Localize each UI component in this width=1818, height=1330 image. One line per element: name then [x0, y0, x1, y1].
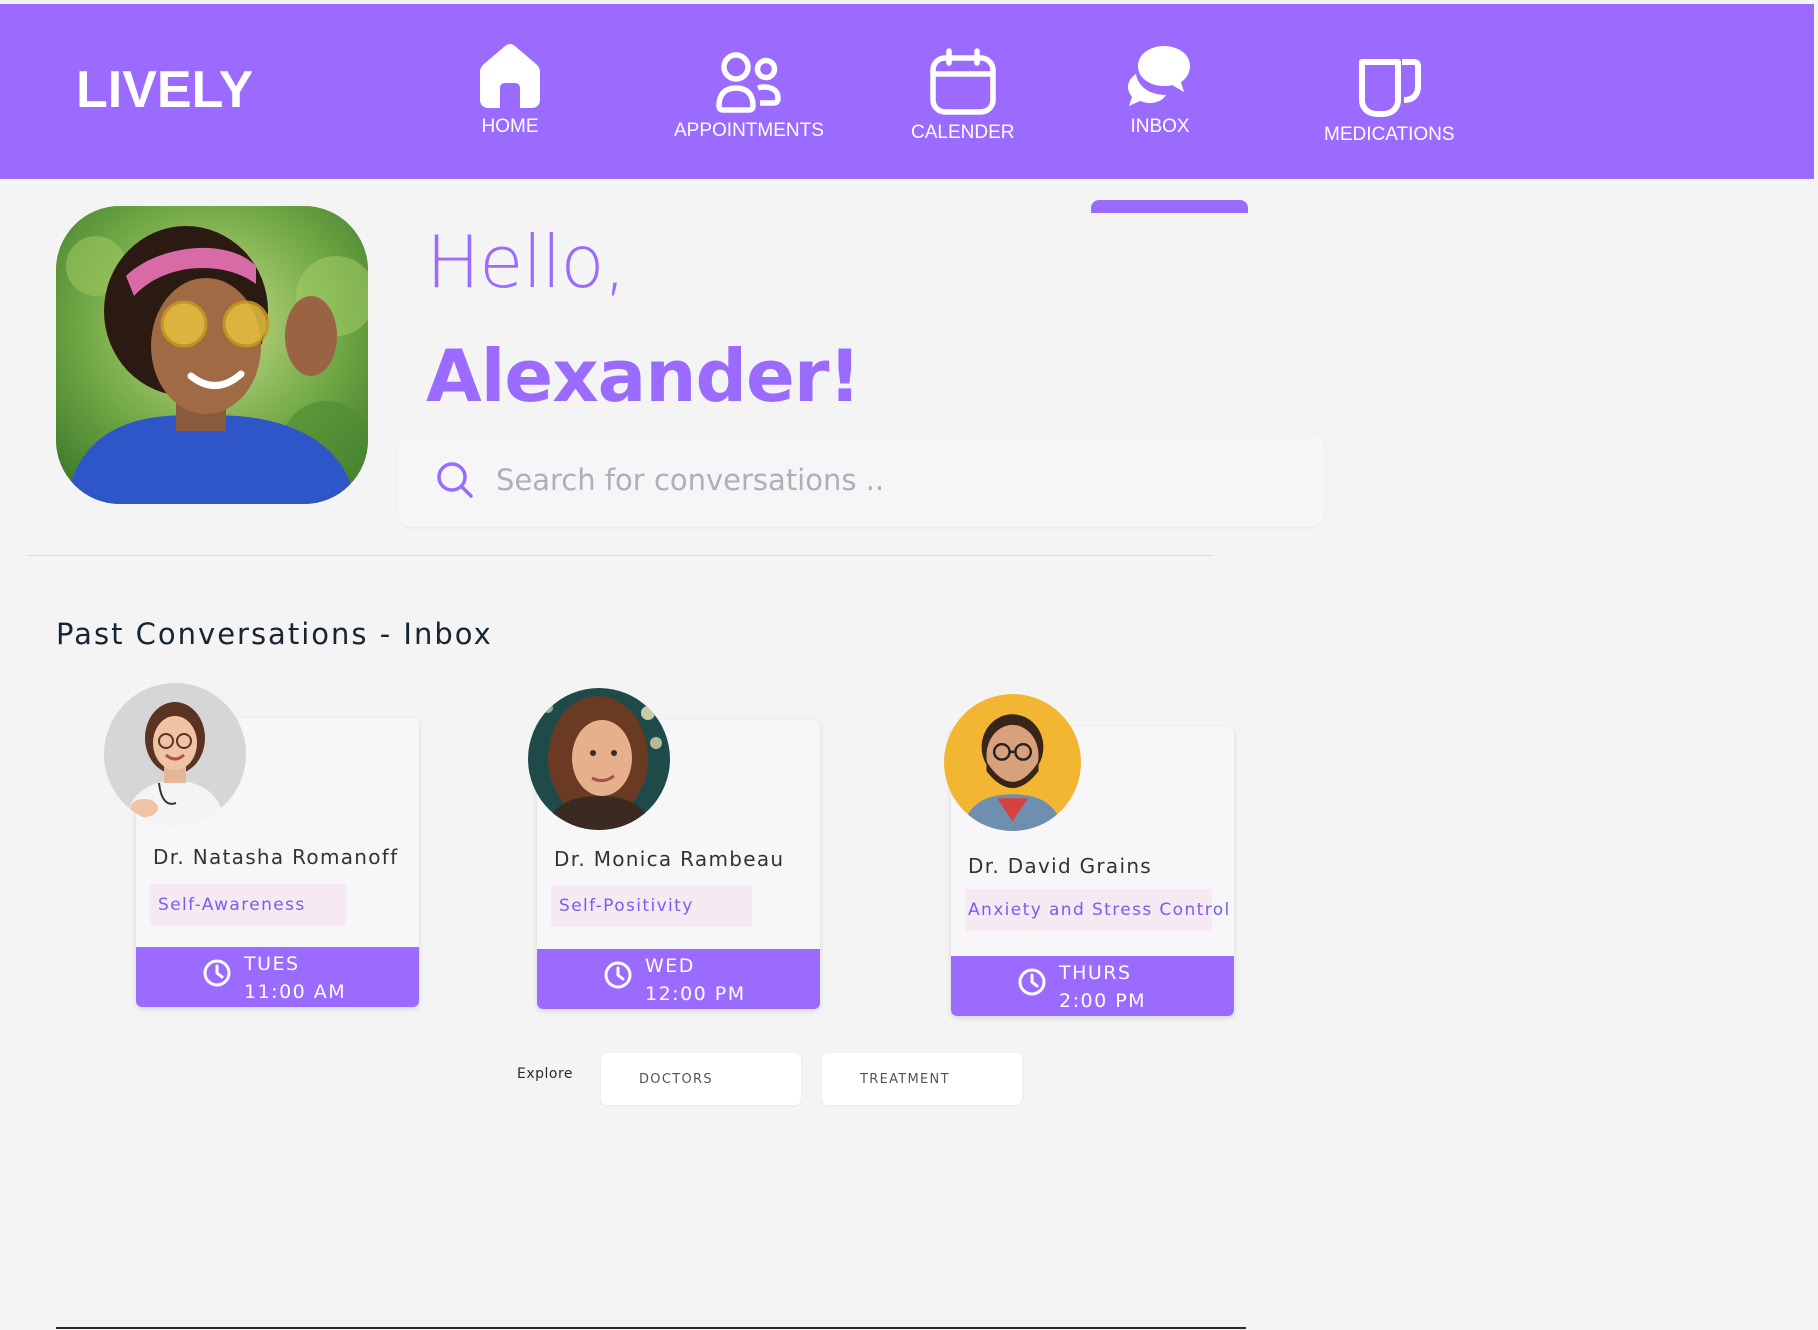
calendar-icon — [929, 48, 996, 115]
doctor-name: Dr. Natasha Romanoff — [153, 845, 399, 869]
chat-bubbles-icon — [1128, 46, 1190, 106]
clock-icon — [604, 961, 632, 989]
appointment-time: TUES 11:00 AM — [136, 947, 419, 1007]
nav-label-calendar: CALENDER — [911, 122, 1015, 143]
greeting-name: Alexander! — [426, 334, 861, 418]
doctor-avatar — [104, 683, 246, 825]
nav-label-home: HOME — [481, 116, 539, 137]
active-nav-indicator — [1091, 200, 1248, 213]
explore-treatment-button[interactable]: TREATMENT — [822, 1053, 1022, 1105]
nav-label-appointments: APPOINTMENTS — [674, 120, 824, 141]
search-input[interactable] — [494, 462, 1278, 498]
nav-label-medications: MEDICATIONS — [1324, 124, 1455, 145]
search-icon — [437, 462, 473, 498]
appointment-hour: 11:00 AM — [244, 981, 347, 1003]
home-icon — [480, 44, 540, 108]
clock-icon — [203, 959, 231, 987]
doctor-avatar — [944, 694, 1081, 831]
top-nav-bar: LIVELY HOME APPOINTMENTS CALENDER INBOX — [0, 4, 1814, 179]
topic-tag: Self-Positivity — [551, 885, 752, 927]
section-divider — [28, 555, 1212, 556]
nav-item-medications[interactable]: MEDICATIONS — [1324, 52, 1455, 146]
topic-tag: Anxiety and Stress Control — [966, 889, 1229, 931]
appointment-day: WED — [645, 955, 695, 977]
section-title: Past Conversations - Inbox — [56, 617, 493, 651]
doctor-name: Dr. Monica Rambeau — [554, 847, 785, 871]
doctor-avatar — [528, 688, 670, 830]
appointment-time: WED 12:00 PM — [537, 949, 820, 1009]
topic-tag: Self-Awareness — [150, 884, 346, 926]
app-logo[interactable]: LIVELY — [76, 60, 253, 120]
search-bar[interactable] — [398, 433, 1324, 527]
nav-label-inbox: INBOX — [1130, 116, 1190, 137]
appointment-time: THURS 2:00 PM — [951, 956, 1234, 1016]
nav-item-home[interactable]: HOME — [478, 42, 542, 138]
appointment-hour: 2:00 PM — [1059, 990, 1147, 1012]
explore-doctors-button[interactable]: DOCTORS — [601, 1053, 801, 1105]
explore-label: Explore — [517, 1066, 574, 1082]
clock-icon — [1018, 968, 1046, 996]
greeting-hello: Hello, — [426, 220, 626, 304]
appointment-hour: 12:00 PM — [645, 983, 746, 1005]
medication-icon — [1359, 59, 1422, 117]
bottom-divider — [56, 1327, 1246, 1329]
appointment-day: TUES — [244, 953, 300, 975]
user-avatar[interactable] — [56, 206, 368, 504]
appointment-day: THURS — [1059, 962, 1132, 984]
doctor-name: Dr. David Grains — [968, 854, 1153, 878]
users-icon — [716, 52, 781, 113]
nav-item-appointments[interactable]: APPOINTMENTS — [674, 50, 824, 142]
nav-item-inbox[interactable]: INBOX — [1126, 44, 1194, 138]
nav-item-calendar[interactable]: CALENDER — [911, 48, 1014, 144]
